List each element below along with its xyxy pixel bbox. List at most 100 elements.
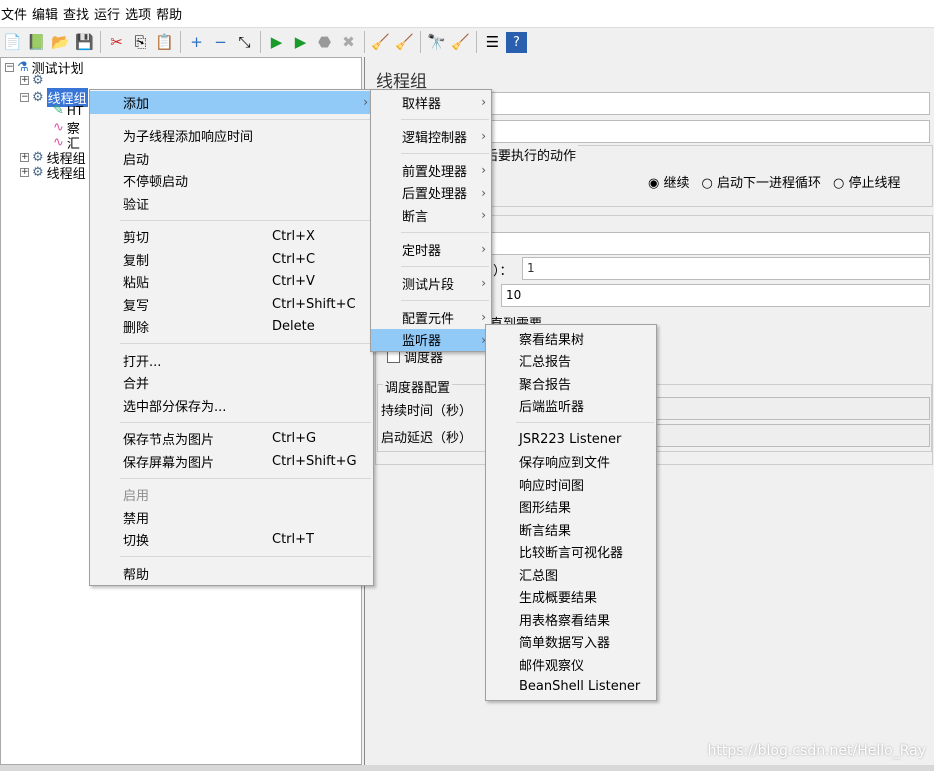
menu-item[interactable]: 聚合报告	[486, 372, 656, 395]
menu-item[interactable]: 验证	[90, 192, 373, 215]
menu-item[interactable]: 前置处理器 ›	[371, 159, 491, 182]
open-icon[interactable]: 📂	[50, 32, 71, 53]
new-icon[interactable]: 📄	[2, 32, 23, 53]
menu-item[interactable]: 图形结果	[486, 496, 656, 519]
menu-3[interactable]: 运行	[93, 4, 124, 23]
menu-item[interactable]: 生成概要结果	[486, 586, 656, 609]
menu-item[interactable]: 邮件观察仪	[486, 653, 656, 676]
menu-item[interactable]: 剪切 Ctrl+X	[90, 226, 373, 249]
menu-4[interactable]: 选项	[124, 4, 155, 23]
chevron-right-icon: ›	[363, 95, 368, 110]
menubar: 文件 编辑 查找 运行 选项 帮助	[0, 0, 934, 27]
comments-input[interactable]	[485, 120, 930, 143]
shutdown-icon[interactable]: ✖	[338, 32, 359, 53]
help-icon[interactable]: ?	[506, 31, 527, 53]
listener-submenu: 察看结果树汇总报告 聚合报告后端监听器 JSR223 Listener 保存响应到文件…	[485, 324, 657, 701]
menu-item-label: 保存节点为图片	[123, 433, 215, 449]
toggle-icon[interactable]: ⤡	[234, 32, 255, 53]
menu-item[interactable]: 逻辑控制器 ›	[371, 125, 491, 148]
menu-item[interactable]: 监听器 ›	[371, 328, 491, 351]
menu-item[interactable]: JSR223 Listener	[486, 428, 656, 451]
collapse-icon[interactable]: −	[5, 63, 14, 72]
menu-item[interactable]: 比较断言可视化器	[486, 541, 656, 564]
menu-item[interactable]: 复写 Ctrl+Shift+C	[90, 293, 373, 316]
menu-item-label: 汇总报告	[519, 355, 572, 371]
menu-1[interactable]: 编辑	[31, 4, 62, 23]
tree-node-thread-group[interactable]: + ⚙	[20, 73, 44, 88]
collapse-icon[interactable]: −	[20, 93, 29, 102]
threads-input[interactable]	[485, 232, 930, 255]
gear-icon: ⚙	[32, 165, 44, 180]
start-no-pause-icon[interactable]: ▶	[290, 32, 311, 53]
menu-item[interactable]: 删除 Delete	[90, 316, 373, 339]
radio-stop-thread[interactable]: ○ 停止线程	[833, 172, 901, 191]
menu-2[interactable]: 查找	[62, 4, 93, 23]
gear-icon: ⚙	[32, 73, 44, 88]
stop-icon[interactable]: ⬣	[314, 32, 335, 53]
radio-continue[interactable]: ◉ 继续	[648, 172, 690, 191]
menu-item[interactable]: 后端监听器	[486, 395, 656, 418]
save-icon[interactable]: 💾	[74, 32, 95, 53]
menu-separator	[371, 295, 491, 307]
menu-item[interactable]: 禁用	[90, 506, 373, 529]
ramp-up-input[interactable]: 1	[522, 257, 930, 280]
collapse-icon[interactable]: −	[210, 32, 231, 53]
expand-icon[interactable]: +	[20, 76, 29, 85]
menu-item[interactable]: BeanShell Listener	[486, 676, 656, 699]
tree-node-http[interactable]: ✎ HT	[53, 103, 83, 118]
paste-icon[interactable]: 📋	[154, 32, 175, 53]
gear-icon: ⚙	[32, 90, 44, 105]
watermark: https://blog.csdn.net/Hello_Ray	[707, 743, 926, 759]
menu-item[interactable]: 用表格察看结果	[486, 608, 656, 631]
loop-count-input[interactable]: 10	[501, 284, 930, 307]
radio-next-loop[interactable]: ○ 启动下一进程循环	[702, 172, 822, 191]
menu-item[interactable]: 粘贴 Ctrl+V	[90, 271, 373, 294]
expand-icon[interactable]: +	[186, 32, 207, 53]
menu-item[interactable]: 断言 ›	[371, 204, 491, 227]
menu-item[interactable]: 选中部分保存为...	[90, 394, 373, 417]
menu-item[interactable]: 响应时间图	[486, 473, 656, 496]
menu-item[interactable]: 定时器 ›	[371, 238, 491, 261]
start-icon[interactable]: ▶	[266, 32, 287, 53]
menu-item[interactable]: 汇总报告	[486, 350, 656, 373]
clear-icon[interactable]: 🧹	[370, 32, 391, 53]
menu-5[interactable]: 帮助	[155, 4, 186, 23]
menu-item-label: 打开...	[123, 354, 162, 370]
cut-icon[interactable]: ✂	[106, 32, 127, 53]
function-helper-icon[interactable]: ☰	[482, 32, 503, 53]
menu-item[interactable]: 启动	[90, 147, 373, 170]
menu-item[interactable]: 简单数据写入器	[486, 631, 656, 654]
search-icon[interactable]: 🔭	[426, 32, 447, 53]
menu-item[interactable]: 取样器 ›	[371, 91, 491, 114]
menu-item[interactable]: 测试片段 ›	[371, 272, 491, 295]
tree-node-thread-group[interactable]: + ⚙ 线程组	[20, 163, 86, 182]
expand-icon[interactable]: +	[20, 168, 29, 177]
tree-node-test-plan[interactable]: − ⚗ 测试计划	[5, 58, 84, 77]
menu-item[interactable]: 切换 Ctrl+T	[90, 529, 373, 552]
menu-0[interactable]: 文件	[0, 4, 31, 23]
menu-item[interactable]: 不停顿启动	[90, 170, 373, 193]
menu-item[interactable]: 复制 Ctrl+C	[90, 248, 373, 271]
menu-item[interactable]: 保存屏幕为图片 Ctrl+Shift+G	[90, 450, 373, 473]
menu-item[interactable]: 后置处理器 ›	[371, 182, 491, 205]
copy-icon[interactable]: ⎘	[130, 32, 151, 53]
menu-item[interactable]: 合并	[90, 372, 373, 395]
name-input[interactable]	[485, 92, 930, 115]
menu-item[interactable]: 帮助	[90, 562, 373, 585]
menu-item[interactable]: 察看结果树	[486, 327, 656, 350]
menu-item[interactable]: 断言结果	[486, 518, 656, 541]
menu-item[interactable]: 汇总图	[486, 563, 656, 586]
menu-item[interactable]: 打开...	[90, 349, 373, 372]
menu-item[interactable]: 保存节点为图片 Ctrl+G	[90, 428, 373, 451]
menu-item-label: 粘贴	[123, 276, 150, 292]
menu-item[interactable]: 配置元件 ›	[371, 306, 491, 329]
menu-item-label: 后端监听器	[519, 400, 585, 416]
menu-item-label: 监听器	[402, 334, 442, 350]
clear-all-icon[interactable]: 🧹	[394, 32, 415, 53]
menu-item[interactable]: 为子线程添加响应时间	[90, 125, 373, 148]
reset-search-icon[interactable]: 🧹	[450, 32, 471, 53]
templates-icon[interactable]: 📗	[26, 32, 47, 53]
expand-icon[interactable]: +	[20, 153, 29, 162]
menu-item[interactable]: 添加 ›	[90, 91, 373, 114]
menu-item[interactable]: 保存响应到文件	[486, 451, 656, 474]
